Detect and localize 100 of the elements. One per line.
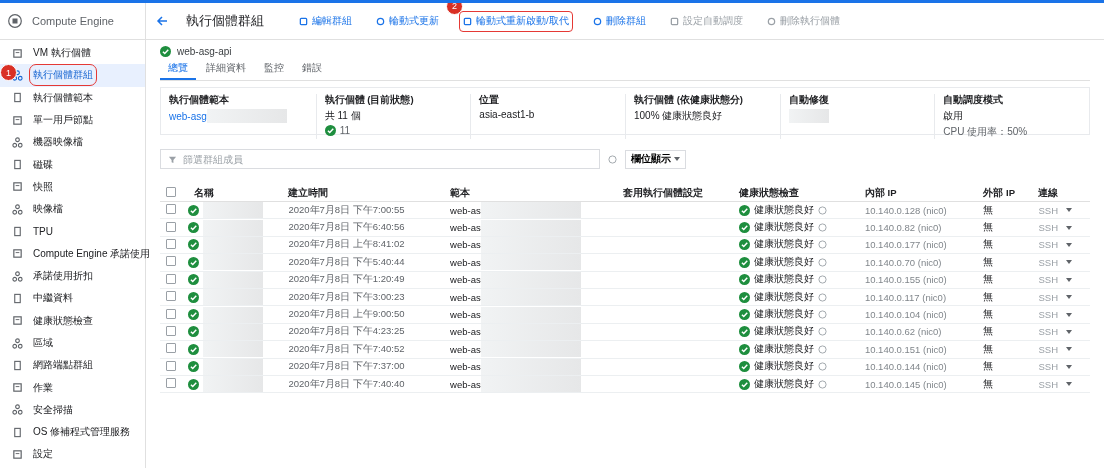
sidebar-item[interactable]: 區域 — [0, 331, 145, 355]
table-cell: 2020年7月8日 下午4:23:25 — [282, 323, 445, 341]
checkbox[interactable] — [166, 325, 176, 336]
summary-label: 自動調度模式 — [943, 94, 1005, 107]
menu-item-icon — [12, 203, 23, 215]
sidebar-item[interactable]: 承諾使用折扣 — [0, 264, 145, 288]
table-cell: 無 — [977, 288, 1033, 306]
status-check-icon — [738, 343, 750, 355]
sidebar-item[interactable]: 快照 — [0, 175, 145, 199]
status-check-icon — [187, 256, 199, 268]
summary-label: 執行個體 (依健康狀態分) — [634, 94, 744, 107]
sidebar-item[interactable]: 作業 — [0, 376, 145, 399]
table-cell: 2020年7月8日 下午6:40:56 — [282, 218, 445, 237]
checkbox[interactable] — [166, 273, 176, 284]
square-icon — [463, 16, 472, 26]
table-cell: 10.140.0.62 (nic0) — [858, 323, 978, 341]
caret-icon[interactable] — [1066, 364, 1072, 369]
caret-icon[interactable] — [1066, 329, 1072, 334]
sidebar-item[interactable]: 設定 — [0, 443, 145, 466]
checkbox[interactable] — [166, 187, 176, 197]
caret-icon[interactable] — [1066, 295, 1072, 300]
status-check-icon — [187, 343, 199, 355]
checkbox[interactable] — [166, 221, 176, 232]
table-cell: 無 — [977, 271, 1033, 289]
caret-icon[interactable] — [1066, 312, 1072, 317]
tab[interactable]: 錯誤 — [294, 59, 330, 80]
sidebar-item[interactable]: 網路端點群組 — [0, 354, 145, 377]
table-cell: 健康狀態良好 — [753, 377, 814, 391]
table-cell: 健康狀態良好 — [753, 360, 814, 374]
redaction-block — [202, 341, 263, 358]
summary-value: 11 — [339, 125, 351, 136]
toolbar-button[interactable]: 編輯群組 — [296, 11, 355, 31]
sidebar-item[interactable]: VM 執行個體 — [0, 42, 145, 65]
table-cell: 2020年7月8日 上午9:00:50 — [282, 305, 445, 324]
summary-value: 100% 健康狀態良好 — [634, 109, 724, 123]
table-cell: 無 — [977, 218, 1033, 237]
table-cell-text: web-as — [449, 222, 481, 234]
sidebar-item[interactable]: 磁碟 — [0, 153, 145, 176]
checkbox[interactable] — [166, 343, 176, 354]
summary-note: CPU 使用率：50% — [943, 125, 1029, 139]
redaction-block — [788, 109, 829, 123]
table-cell: 2020年7月8日 下午5:40:44 — [282, 253, 445, 272]
sidebar-item[interactable]: 機器映像檔 — [0, 131, 145, 154]
help-icon[interactable] — [608, 154, 617, 164]
table-cell-text: web-as — [449, 274, 481, 286]
sidebar-item[interactable]: 執行個體範本 — [0, 86, 145, 109]
table-cell: 2020年7月8日 上午8:41:02 — [282, 236, 445, 254]
caret-icon[interactable] — [1066, 277, 1072, 282]
checkbox[interactable] — [166, 360, 176, 371]
checkbox[interactable] — [166, 291, 176, 302]
table-cell: 10.140.0.82 (nic0) — [858, 218, 978, 237]
back-arrow-icon[interactable] — [156, 15, 168, 27]
square-icon — [299, 16, 308, 26]
sidebar-item[interactable]: 中繼資料 — [0, 287, 145, 310]
table-cell: 無 — [977, 253, 1033, 272]
caret-icon[interactable] — [1066, 347, 1072, 352]
redaction-block — [202, 306, 263, 323]
checkbox[interactable] — [166, 308, 176, 319]
sidebar-item[interactable]: OS 修補程式管理服務 — [0, 421, 145, 444]
caret-icon[interactable] — [1066, 225, 1072, 230]
status-check-icon — [738, 222, 750, 234]
checkbox[interactable] — [166, 378, 176, 389]
column-header: 建立時間 — [282, 185, 445, 202]
summary-value: asia-east1-b — [479, 109, 536, 120]
column-header: 健康狀態檢查 — [732, 185, 859, 202]
menu-item-icon — [12, 47, 23, 59]
sidebar-item[interactable]: Compute Engine 承諾使用 — [0, 242, 157, 265]
filter-field[interactable]: 篩選群組成員 — [160, 149, 600, 169]
template-link[interactable]: web-asg — [169, 110, 207, 122]
checkbox[interactable] — [166, 256, 176, 267]
checkbox[interactable] — [166, 238, 176, 249]
sidebar-item[interactable]: 映像檔 — [0, 198, 145, 221]
toolbar-button[interactable]: 輪動式重新啟動/取代 — [460, 11, 572, 31]
table-cell: 無 — [977, 236, 1033, 254]
columns-button[interactable]: 欄位顯示 — [625, 149, 686, 169]
menu-item-icon — [12, 337, 23, 349]
sidebar-item[interactable]: 安全掃描 — [0, 398, 145, 422]
toolbar-button[interactable]: 刪除群組 — [589, 11, 649, 31]
caret-icon[interactable] — [1066, 208, 1072, 213]
status-check-icon — [187, 274, 199, 286]
redaction-block — [202, 289, 263, 306]
menu-item-icon — [12, 449, 23, 460]
sidebar-item[interactable]: 單一用戶節點 — [0, 108, 145, 132]
tab[interactable]: 總覽 — [160, 59, 196, 80]
caret-icon[interactable] — [1066, 382, 1072, 387]
sidebar-item[interactable]: TPU — [0, 220, 145, 243]
tab[interactable]: 監控 — [256, 59, 292, 80]
table-cell-text: web-as — [449, 309, 481, 321]
column-header: 外部 IP — [977, 185, 1033, 202]
sidebar-item[interactable]: 健康狀態檢查 — [0, 309, 145, 332]
tab[interactable]: 詳細資料 — [198, 59, 254, 80]
product-title: Compute Engine — [32, 15, 114, 27]
caret-icon[interactable] — [1066, 242, 1072, 247]
toolbar-button[interactable]: 輪動式更新 — [373, 11, 442, 31]
status-check-icon — [738, 239, 750, 251]
caret-icon[interactable] — [1066, 260, 1072, 265]
table-cell: 2020年7月8日 下午7:00:55 — [282, 201, 445, 219]
table-cell: 健康狀態良好 — [753, 255, 814, 269]
menu-item-icon — [12, 270, 23, 282]
checkbox[interactable] — [166, 204, 176, 215]
